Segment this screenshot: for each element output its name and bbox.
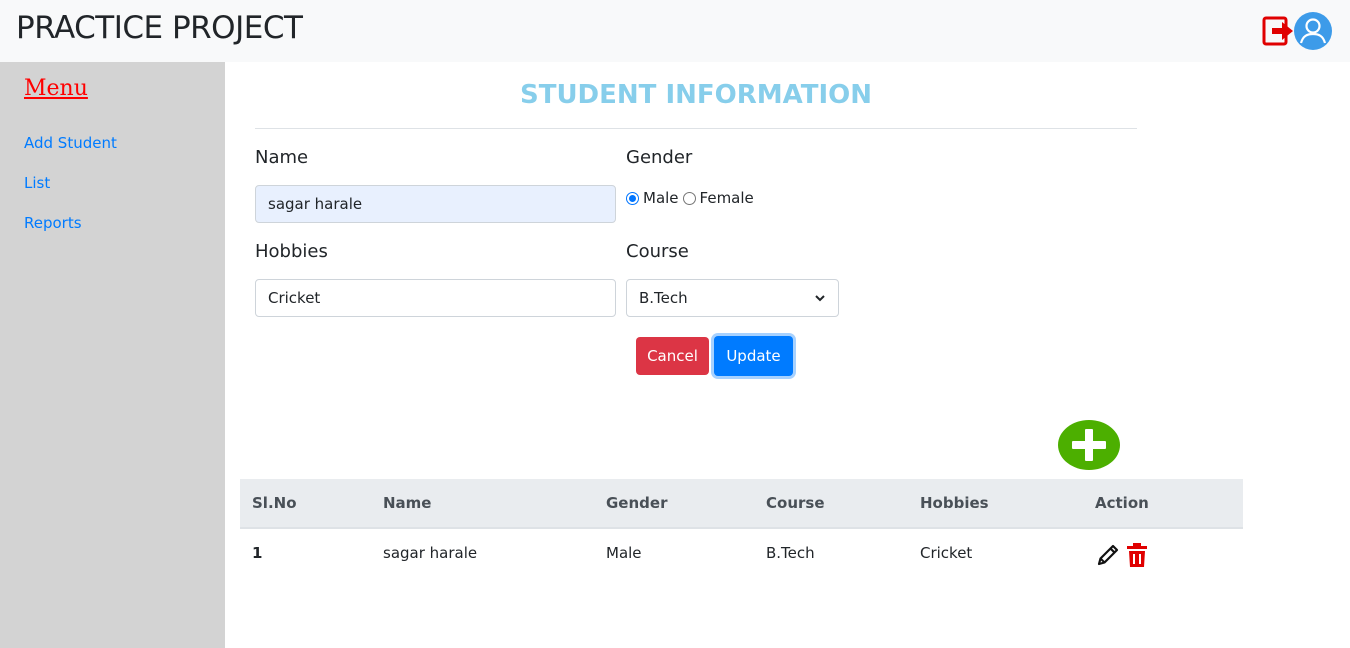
logout-icon[interactable] bbox=[1262, 16, 1294, 46]
name-label: Name bbox=[255, 147, 309, 168]
name-input[interactable] bbox=[255, 185, 616, 223]
cancel-button[interactable]: Cancel bbox=[636, 337, 709, 375]
cell-name: sagar harale bbox=[383, 544, 478, 562]
hobbies-input[interactable] bbox=[255, 279, 616, 317]
page-title: STUDENT INFORMATION bbox=[519, 80, 873, 110]
cell-slno: 1 bbox=[252, 544, 263, 562]
course-select[interactable]: B.Tech bbox=[626, 279, 839, 317]
gender-female-radio[interactable] bbox=[682, 191, 696, 205]
student-table: Sl.No Name Gender Course Hobbies Action … bbox=[240, 479, 1243, 579]
course-label: Course bbox=[626, 241, 689, 262]
col-hobbies: Hobbies bbox=[920, 494, 989, 512]
gender-male-label: Male bbox=[643, 189, 679, 207]
col-action: Action bbox=[1095, 494, 1149, 512]
cell-gender: Male bbox=[606, 544, 642, 562]
cell-course: B.Tech bbox=[766, 544, 815, 562]
title-divider bbox=[255, 128, 1137, 129]
user-avatar-icon[interactable] bbox=[1294, 12, 1332, 50]
col-slno: Sl.No bbox=[252, 494, 297, 512]
chevron-down-icon bbox=[815, 295, 825, 302]
brand-title: PRACTICE PROJECT bbox=[16, 10, 303, 46]
pencil-icon[interactable] bbox=[1095, 542, 1121, 568]
gender-female-label: Female bbox=[699, 189, 754, 207]
plus-circle-icon[interactable] bbox=[1058, 420, 1120, 470]
sidebar-menu-title: Menu bbox=[24, 76, 88, 101]
sidebar-item-reports[interactable]: Reports bbox=[24, 214, 82, 232]
col-name: Name bbox=[383, 494, 432, 512]
table-row: 1 sagar harale Male B.Tech Cricket bbox=[240, 529, 1243, 579]
update-button[interactable]: Update bbox=[714, 336, 793, 376]
gender-label: Gender bbox=[626, 147, 693, 168]
cell-hobbies: Cricket bbox=[920, 544, 973, 562]
sidebar-item-add-student[interactable]: Add Student bbox=[24, 134, 117, 152]
table-header: Sl.No Name Gender Course Hobbies Action bbox=[240, 479, 1243, 529]
gender-radio-group: Male Female bbox=[626, 188, 758, 208]
sidebar-item-list[interactable]: List bbox=[24, 174, 50, 192]
top-navbar: PRACTICE PROJECT bbox=[0, 0, 1350, 62]
hobbies-label: Hobbies bbox=[255, 241, 328, 262]
col-course: Course bbox=[766, 494, 825, 512]
trash-icon[interactable] bbox=[1126, 542, 1148, 568]
course-selected-value: B.Tech bbox=[639, 289, 688, 307]
col-gender: Gender bbox=[606, 494, 668, 512]
gender-male-radio[interactable] bbox=[626, 191, 639, 205]
sidebar: Menu Add Student List Reports bbox=[0, 62, 225, 648]
